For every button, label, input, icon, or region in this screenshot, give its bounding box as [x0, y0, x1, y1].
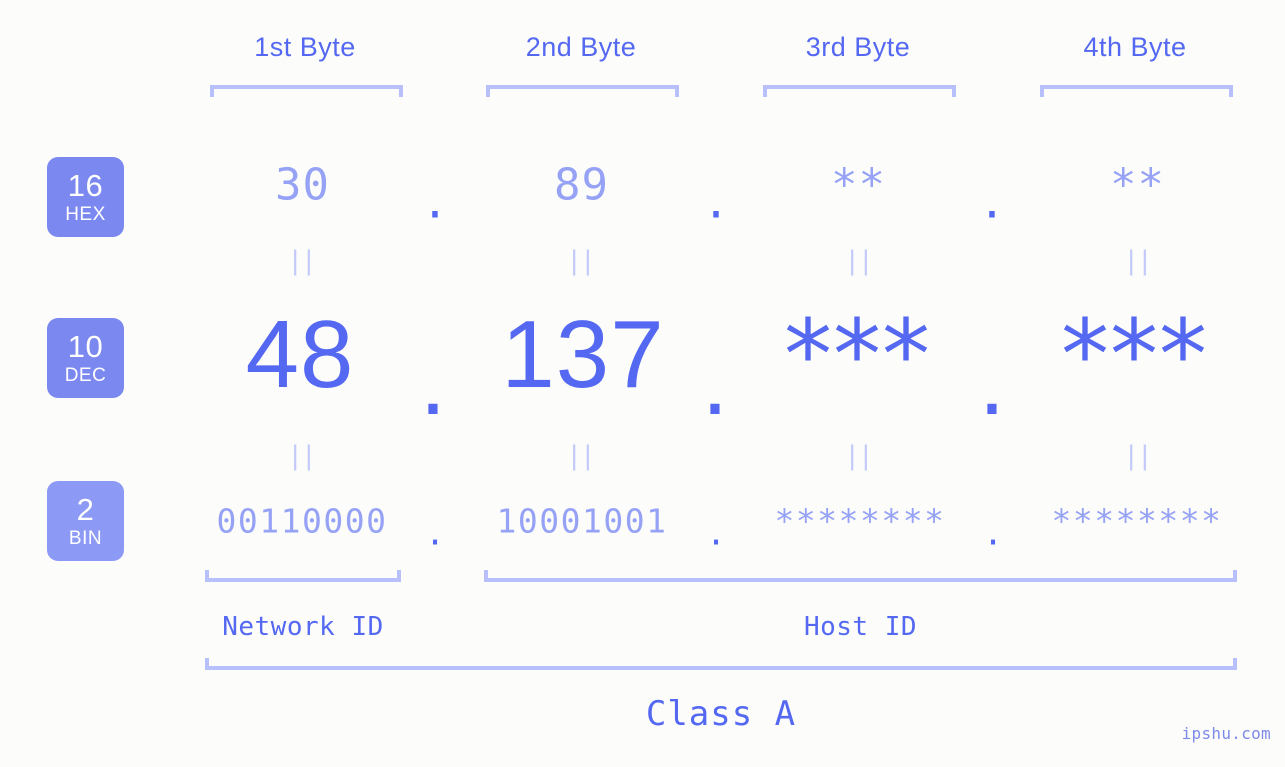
bin-separator-2: . [681, 514, 751, 553]
bin-byte-4-value: ******** [1051, 501, 1223, 541]
base-badge-bin-name: BIN [68, 528, 103, 549]
hex-byte-4-value: ** [1110, 159, 1165, 211]
base-badge-dec-number: 10 [67, 329, 104, 364]
byte-header-4: 4th Byte [1040, 32, 1230, 63]
dec-separator-3: . [957, 327, 1027, 437]
bin-byte-3-value: ******** [774, 501, 946, 541]
bin-byte-2: 10001001 [483, 502, 681, 541]
site-watermark-text: ipshu.com [1181, 724, 1271, 743]
network-id-label: Network ID [205, 612, 401, 642]
hex-byte-4: ** [1040, 160, 1235, 211]
bin-byte-1: 00110000 [203, 502, 401, 541]
base-badge-hex-number: 16 [67, 168, 104, 203]
bin-byte-2-value: 10001001 [496, 501, 668, 541]
bin-separator-3-dot: . [983, 513, 1003, 553]
equals-mark-dec-bin-4: || [1123, 441, 1152, 471]
dec-separator-1-dot: . [419, 328, 447, 435]
base-badge-bin-number: 2 [76, 492, 95, 527]
byte-bracket-1 [210, 85, 403, 97]
byte-bracket-2 [486, 85, 679, 97]
base-badge-dec: 10 DEC [47, 318, 124, 398]
hex-byte-3: ** [761, 160, 956, 211]
hex-byte-2-value: 89 [554, 159, 609, 211]
bin-byte-3: ******** [761, 502, 959, 541]
byte-header-4-label: 4th Byte [1083, 32, 1187, 62]
byte-header-3: 3rd Byte [763, 32, 953, 63]
byte-header-1-label: 1st Byte [254, 32, 356, 62]
hex-separator-2: . [681, 178, 751, 229]
hex-separator-3-dot: . [978, 177, 1006, 229]
hex-byte-2: 89 [484, 160, 679, 211]
byte-header-2: 2nd Byte [486, 32, 676, 63]
byte-bracket-4 [1040, 85, 1233, 97]
byte-header-2-label: 2nd Byte [525, 32, 637, 62]
equals-mark-dec-bin-2: || [566, 441, 595, 471]
dec-byte-1-value: 48 [245, 301, 355, 408]
dec-byte-2-value: 137 [501, 301, 665, 408]
host-id-label: Host ID [484, 612, 1237, 642]
dec-byte-1: 48 [195, 300, 405, 410]
equals-mark-hex-dec-4: || [1123, 246, 1152, 276]
base-badge-dec-name: DEC [64, 365, 107, 386]
equals-mark-hex-dec-2: || [566, 246, 595, 276]
byte-header-1: 1st Byte [210, 32, 400, 63]
bin-separator-1: . [400, 514, 470, 553]
bin-separator-1-dot: . [425, 513, 445, 553]
host-id-bracket [484, 570, 1237, 582]
dec-separator-2-dot: . [701, 328, 729, 435]
equals-mark-dec-bin-1: || [287, 441, 316, 471]
bin-byte-1-value: 00110000 [216, 501, 388, 541]
equals-mark-hex-dec-1: || [287, 246, 316, 276]
hex-byte-3-value: ** [831, 159, 886, 211]
dec-separator-1: . [398, 327, 468, 437]
class-bracket [205, 658, 1237, 670]
site-watermark: ipshu.com [1182, 724, 1271, 743]
dec-byte-3: *** [755, 299, 960, 411]
hex-separator-1-dot: . [421, 177, 449, 229]
byte-bracket-3 [763, 85, 956, 97]
hex-byte-1: 30 [205, 160, 400, 211]
base-badge-hex-name: HEX [65, 204, 106, 225]
bin-separator-3: . [958, 514, 1028, 553]
network-id-label-text: Network ID [222, 612, 384, 642]
bin-byte-4: ******** [1038, 502, 1236, 541]
equals-mark-hex-dec-3: || [844, 246, 873, 276]
hex-separator-2-dot: . [702, 177, 730, 229]
class-label: Class A [205, 694, 1237, 734]
hex-separator-1: . [400, 178, 470, 229]
bin-separator-2-dot: . [706, 513, 726, 553]
network-id-bracket [205, 570, 401, 582]
dec-separator-3-dot: . [978, 328, 1006, 435]
ip-address-breakdown-diagram: { "theme": { "background": "#fcfdfa", "a… [0, 0, 1285, 767]
hex-byte-1-value: 30 [275, 159, 330, 211]
dec-byte-2: 137 [478, 300, 688, 410]
equals-mark-dec-bin-3: || [844, 441, 873, 471]
dec-separator-2: . [680, 327, 750, 437]
base-badge-hex: 16 HEX [47, 157, 124, 237]
class-label-text: Class A [645, 694, 797, 734]
byte-header-3-label: 3rd Byte [805, 32, 911, 62]
dec-byte-3-value: *** [784, 299, 931, 411]
base-badge-bin: 2 BIN [47, 481, 124, 561]
host-id-label-text: Host ID [803, 612, 918, 642]
dec-byte-4-value: *** [1061, 299, 1208, 411]
hex-separator-3: . [957, 178, 1027, 229]
dec-byte-4: *** [1032, 299, 1237, 411]
